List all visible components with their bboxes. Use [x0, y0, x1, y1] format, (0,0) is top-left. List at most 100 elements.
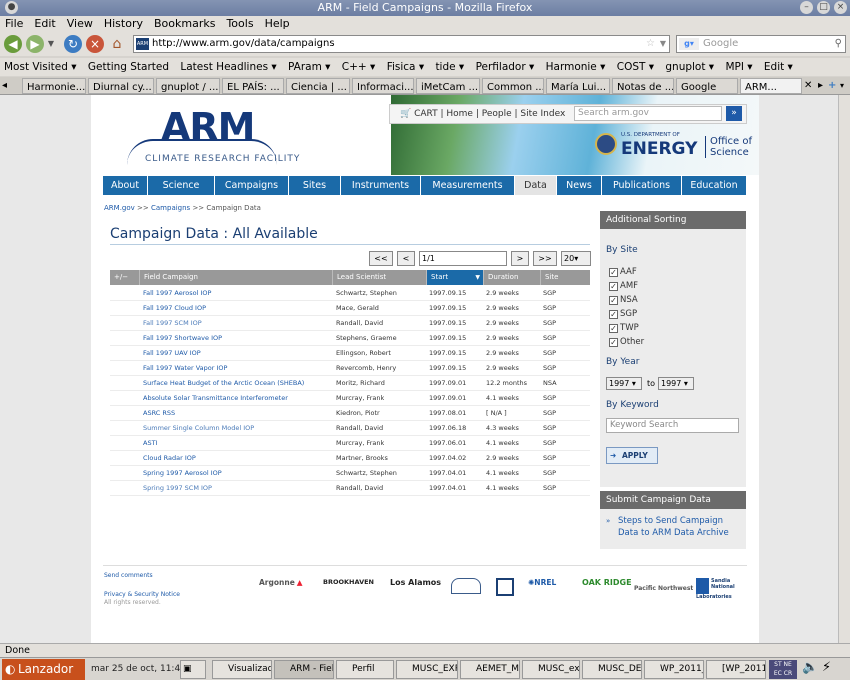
year-to-select[interactable]: 1997 ▾ — [658, 377, 694, 390]
page-size-select[interactable]: 20▾ — [561, 251, 591, 266]
campaign-link[interactable]: Fall 1997 UAV IOP — [143, 346, 329, 361]
nav-education[interactable]: Education — [682, 176, 747, 195]
campaign-link[interactable]: Fall 1997 Cloud IOP — [143, 301, 329, 316]
new-tab-icon[interactable]: + — [828, 77, 836, 94]
menu-history[interactable]: History — [104, 17, 143, 30]
site-checkbox-nsa[interactable]: ✓ NSA — [609, 295, 638, 305]
campaign-link[interactable]: Spring 1997 Aerosol IOP — [143, 466, 329, 481]
bookmark-fisica[interactable]: Fisica ▾ — [387, 58, 424, 76]
bookmark-most-visited[interactable]: Most Visited ▾ — [4, 58, 77, 76]
tab-gnuplot[interactable]: gnuplot / ... — [156, 78, 220, 94]
tab-informacion[interactable]: Informaci... — [352, 78, 414, 94]
launcher-button[interactable]: ◐ Lanzador — [2, 659, 85, 680]
tab-ciencia[interactable]: Ciencia | ... — [286, 78, 350, 94]
bookmark-cost[interactable]: COST ▾ — [617, 58, 654, 76]
year-from-select[interactable]: 1997 ▾ — [606, 377, 642, 390]
site-checkbox-other[interactable]: ✓ Other — [609, 337, 644, 347]
campaign-link[interactable]: Summer Single Column Model IOP — [143, 421, 329, 436]
nav-instruments[interactable]: Instruments — [341, 176, 421, 195]
task-aemet[interactable]: AEMET_MI — [460, 660, 520, 679]
keyword-search-input[interactable]: Keyword Search — [606, 418, 739, 433]
tab-google[interactable]: Google — [676, 78, 738, 94]
site-checkbox-twp[interactable]: ✓ TWP — [609, 323, 639, 333]
submit-campaign-link[interactable]: Steps to Send Campaign Data to ARM Data … — [618, 516, 729, 538]
url-bar[interactable]: ARM http://www.arm.gov/data/campaigns ☆ … — [133, 35, 670, 53]
col-duration[interactable]: Duration — [484, 270, 541, 285]
site-search-input[interactable]: Search arm.gov — [574, 106, 722, 121]
apply-button[interactable]: ➜ APPLY — [606, 447, 658, 464]
col-field-campaign[interactable]: Field Campaign — [140, 270, 333, 285]
campaign-link[interactable]: Absolute Solar Transmittance Interferome… — [143, 391, 329, 406]
campaign-link[interactable]: Cloud Radar IOP — [143, 451, 329, 466]
menu-view[interactable]: View — [67, 17, 93, 30]
close-tab-icon[interactable]: ✕ — [804, 77, 812, 94]
pager-next-button[interactable]: > — [511, 251, 529, 266]
menu-help[interactable]: Help — [265, 17, 290, 30]
task-wp2011-b[interactable]: [WP_2011_ — [706, 660, 766, 679]
site-checkbox-amf[interactable]: ✓ AMF — [609, 281, 638, 291]
bookmark-gnuplot[interactable]: gnuplot ▾ — [665, 58, 714, 76]
tab-imetcam[interactable]: iMetCam ... — [416, 78, 480, 94]
bookmark-mpi[interactable]: MPI ▾ — [725, 58, 752, 76]
history-dropdown-icon[interactable]: ▼ — [46, 35, 56, 53]
bookmark-tide[interactable]: tide ▾ — [435, 58, 464, 76]
partner-los-alamos-logo[interactable]: Los Alamos — [390, 578, 441, 587]
privacy-link[interactable]: Privacy & Security Notice — [104, 591, 180, 598]
campaign-link[interactable]: Fall 1997 Aerosol IOP — [143, 286, 329, 301]
partner-lbnl-logo[interactable] — [496, 578, 514, 596]
nav-publications[interactable]: Publications — [602, 176, 682, 195]
breadcrumb-campaigns[interactable]: Campaigns — [151, 204, 190, 212]
site-checkbox-sgp[interactable]: ✓ SGP — [609, 309, 637, 319]
nav-sites[interactable]: Sites — [289, 176, 341, 195]
minimize-button[interactable]: – — [800, 1, 813, 14]
task-perfil[interactable]: Perfil — [336, 660, 394, 679]
col-lead-scientist[interactable]: Lead Scientist — [333, 270, 427, 285]
show-desktop-button[interactable]: ▣ — [180, 660, 206, 679]
volume-icon[interactable]: 🔈 — [802, 660, 818, 675]
breadcrumb-home[interactable]: ARM.gov — [104, 204, 135, 212]
partner-brookhaven-logo[interactable]: BROOKHAVEN — [323, 578, 374, 586]
campaign-link[interactable]: ASRC RSS — [143, 406, 329, 421]
bookmark-star-icon[interactable]: ☆ — [646, 36, 655, 52]
arm-logo[interactable]: ARM — [161, 105, 255, 149]
col-site[interactable]: Site — [541, 270, 590, 285]
bookmark-perfilador[interactable]: Perfilador ▾ — [476, 58, 535, 76]
task-musc-exp[interactable]: MUSC_EXP — [396, 660, 458, 679]
nav-measurements[interactable]: Measurements — [421, 176, 515, 195]
menu-bookmarks[interactable]: Bookmarks — [154, 17, 215, 30]
tab-common[interactable]: Common ... — [482, 78, 544, 94]
tab-list-icon[interactable]: ▾ — [840, 77, 844, 94]
partner-argonne-logo[interactable]: Argonne ▲ — [259, 578, 303, 587]
bookmark-latest-headlines[interactable]: Latest Headlines ▾ — [180, 58, 276, 76]
pager-prev-button[interactable]: < — [397, 251, 415, 266]
tab-harmonie[interactable]: Harmonie... — [22, 78, 86, 94]
campaign-link[interactable]: ASTI — [143, 436, 329, 451]
campaign-link[interactable]: Surface Heat Budget of the Arctic Ocean … — [143, 376, 329, 391]
campaign-link[interactable]: Spring 1997 SCM IOP — [143, 481, 329, 496]
partner-oak-ridge-logo[interactable]: OAK RIDGE — [582, 578, 632, 587]
pager-page-input[interactable]: 1/1 — [419, 251, 507, 266]
task-arm-firefox[interactable]: ARM - Field — [274, 660, 334, 679]
task-wp2011-a[interactable]: WP_2011_... — [644, 660, 704, 679]
network-icon[interactable]: ⚡ — [822, 660, 831, 675]
site-search-button[interactable]: » — [726, 106, 742, 121]
site-checkbox-aaf[interactable]: ✓ AAF — [609, 267, 637, 277]
task-musc-exe[interactable]: MUSC_exe — [522, 660, 580, 679]
tab-diurnal[interactable]: Diurnal cy... — [88, 78, 154, 94]
col-expand[interactable]: +/− — [110, 270, 140, 285]
campaign-link[interactable]: Fall 1997 Water Vapor IOP — [143, 361, 329, 376]
page-scrollbar[interactable] — [838, 95, 850, 643]
task-musc-dee[interactable]: MUSC_DEE — [582, 660, 642, 679]
tab-arm-active[interactable]: ARM... — [740, 78, 802, 94]
tab-scroll-right-icon[interactable]: ▸ — [818, 77, 823, 94]
nav-science[interactable]: Science — [148, 176, 215, 195]
tab-el-pais[interactable]: EL PAÍS: ... — [222, 78, 284, 94]
keyboard-layout-icon[interactable]: ST NE EC CR — [769, 660, 797, 679]
maximize-button[interactable]: □ — [817, 1, 830, 14]
close-window-button[interactable]: × — [834, 1, 847, 14]
menu-file[interactable]: File — [5, 17, 23, 30]
forward-button[interactable]: ▶ — [26, 35, 44, 53]
bookmark-cpp[interactable]: C++ ▾ — [342, 58, 376, 76]
nav-campaigns[interactable]: Campaigns — [215, 176, 289, 195]
tab-maria-luisa[interactable]: María Lui... — [546, 78, 610, 94]
